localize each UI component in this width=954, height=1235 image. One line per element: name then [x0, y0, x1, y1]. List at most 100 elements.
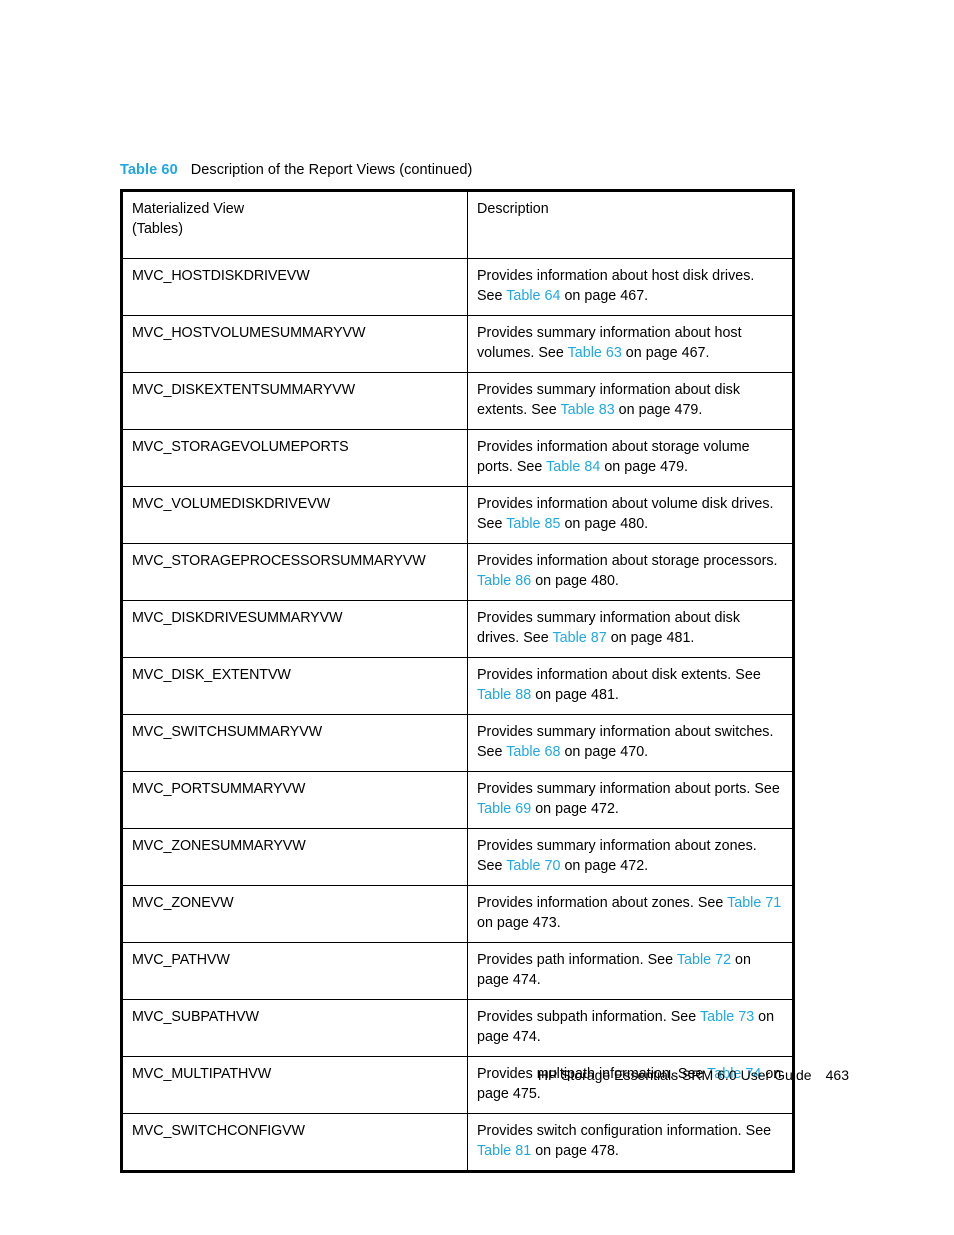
table-header-row: Materialized View (Tables) Description: [121, 190, 794, 259]
table-cross-reference-link[interactable]: Table 85: [506, 516, 560, 532]
table-body: MVC_HOSTDISKDRIVEVW Provides information …: [121, 258, 794, 1172]
materialized-view-name: MVC_PORTSUMMARYVW: [132, 781, 306, 797]
table-cross-reference-link[interactable]: Table 71: [727, 895, 781, 911]
table-cross-reference-link[interactable]: Table 88: [477, 687, 531, 703]
cell-materialized-view: MVC_SWITCHSUMMARYVW: [121, 714, 468, 772]
cell-materialized-view: MVC_PORTSUMMARYVW: [121, 771, 468, 829]
cell-description: Provides summary information about ports…: [467, 771, 794, 829]
table-cross-reference-link[interactable]: Table 87: [552, 630, 606, 646]
cell-materialized-view: MVC_VOLUMEDISKDRIVEVW: [121, 486, 468, 544]
table-row: MVC_DISKDRIVESUMMARYVW Provides summary i…: [121, 600, 794, 658]
cell-materialized-view: MVC_SUBPATHVW: [121, 999, 468, 1057]
table-row: MVC_PATHVW Provides path information. See…: [121, 942, 794, 1000]
description-text-after: on page 467.: [621, 344, 710, 361]
cell-materialized-view: MVC_PATHVW: [121, 942, 468, 1000]
table-cross-reference-link[interactable]: Table 68: [506, 744, 560, 760]
description-text-before: Provides path information. See: [477, 952, 677, 968]
materialized-view-name: MVC_STORAGEVOLUMEPORTS: [132, 439, 349, 455]
description-text-after: on page 472.: [560, 857, 649, 874]
description-text-after: on page 479.: [600, 458, 689, 475]
table-row: MVC_DISK_EXTENTVW Provides information ab…: [121, 657, 794, 715]
table-cross-reference-link[interactable]: Table 73: [700, 1009, 754, 1025]
page-footer: HP Storage Essentials SRM 6.0 User Guide…: [0, 1066, 849, 1084]
table-row: MVC_DISKEXTENTSUMMARYVW Provides summary …: [121, 372, 794, 430]
description-text-after: on page 478.: [531, 1142, 619, 1159]
document-page: Table 60 Description of the Report Views …: [0, 0, 954, 1235]
cell-description: Provides summary information about switc…: [467, 714, 794, 772]
cell-materialized-view: MVC_DISKDRIVESUMMARYVW: [121, 600, 468, 658]
table-cross-reference-link[interactable]: Table 86: [477, 573, 531, 589]
description-text-after: on page 480.: [560, 515, 649, 532]
table-cross-reference-link[interactable]: Table 83: [560, 402, 614, 418]
report-views-table: Materialized View (Tables) Description M…: [120, 189, 795, 1173]
table-cross-reference-link[interactable]: Table 69: [477, 801, 531, 817]
cell-description: Provides summary information about disk …: [467, 600, 794, 658]
materialized-view-name: MVC_HOSTDISKDRIVEVW: [132, 268, 310, 284]
footer-guide-title: HP Storage Essentials SRM 6.0 User Guide: [537, 1067, 812, 1083]
description-text-before: Provides subpath information. See: [477, 1009, 700, 1025]
materialized-view-name: MVC_SUBPATHVW: [132, 1009, 259, 1025]
description-text-before: Provides information about storage proce…: [477, 553, 778, 569]
cell-materialized-view: MVC_SWITCHCONFIGVW: [121, 1113, 468, 1172]
cell-materialized-view: MVC_DISKEXTENTSUMMARYVW: [121, 372, 468, 430]
table-row: MVC_HOSTVOLUMESUMMARYVW Provides summary …: [121, 315, 794, 373]
cell-materialized-view: MVC_HOSTDISKDRIVEVW: [121, 258, 468, 316]
table-row: MVC_ZONEVW Provides information about zon…: [121, 885, 794, 943]
table-cross-reference-link[interactable]: Table 72: [677, 952, 731, 968]
materialized-view-name: MVC_SWITCHSUMMARYVW: [132, 724, 323, 740]
cell-materialized-view: MVC_ZONEVW: [121, 885, 468, 943]
column-header-materialized-view: Materialized View (Tables): [121, 190, 468, 259]
table-cross-reference-link[interactable]: Table 84: [546, 459, 600, 475]
table-row: MVC_STORAGEPROCESSORSUMMARYVW Provides in…: [121, 543, 794, 601]
description-text-after: on page 467.: [560, 287, 649, 304]
table-cross-reference-link[interactable]: Table 63: [568, 345, 622, 361]
table-header: Materialized View (Tables) Description: [121, 190, 794, 259]
table-row: MVC_STORAGEVOLUMEPORTS Provides informati…: [121, 429, 794, 487]
table-caption-label: Table 60: [120, 162, 178, 178]
table-row: MVC_HOSTDISKDRIVEVW Provides information …: [121, 258, 794, 316]
materialized-view-name: MVC_DISK_EXTENTVW: [132, 667, 291, 683]
cell-materialized-view: MVC_STORAGEPROCESSORSUMMARYVW: [121, 543, 468, 601]
table-row: MVC_SWITCHCONFIGVW Provides switch config…: [121, 1113, 794, 1172]
cell-description: Provides information about disk extents.…: [467, 657, 794, 715]
table-cross-reference-link[interactable]: Table 70: [506, 858, 560, 874]
description-text-before: Provides information about disk extents.…: [477, 667, 761, 683]
materialized-view-name: MVC_ZONEVW: [132, 895, 234, 911]
table-caption: Table 60 Description of the Report Views …: [120, 160, 820, 180]
cell-materialized-view: MVC_DISK_EXTENTVW: [121, 657, 468, 715]
description-text-after: on page 481.: [606, 629, 695, 646]
materialized-view-name: MVC_SWITCHCONFIGVW: [132, 1123, 305, 1139]
cell-description: Provides summary information about zones…: [467, 828, 794, 886]
materialized-view-name: MVC_DISKEXTENTSUMMARYVW: [132, 382, 356, 398]
cell-description: Provides path information. See Table 72 …: [467, 942, 794, 1000]
column-header-line1: Materialized View: [132, 201, 245, 217]
table-row: MVC_SWITCHSUMMARYVW Provides summary info…: [121, 714, 794, 772]
cell-description: Provides information about zones. See Ta…: [467, 885, 794, 943]
materialized-view-name: MVC_VOLUMEDISKDRIVEVW: [132, 496, 331, 512]
cell-description: Provides switch configuration informatio…: [468, 1114, 794, 1172]
column-header-line2: (Tables): [132, 220, 184, 237]
cell-description: Provides summary information about disk …: [467, 372, 794, 430]
description-text-after: on page 472.: [531, 800, 619, 817]
cell-materialized-view: MVC_ZONESUMMARYVW: [121, 828, 468, 886]
table-row: MVC_SUBPATHVW Provides subpath informatio…: [121, 999, 794, 1057]
table-row: MVC_ZONESUMMARYVW Provides summary inform…: [121, 828, 794, 886]
description-text-after: on page 473.: [477, 914, 561, 931]
cell-description: Provides information about storage volum…: [467, 429, 794, 487]
table-row: MVC_VOLUMEDISKDRIVEVW Provides informatio…: [121, 486, 794, 544]
description-text-before: Provides summary information about ports…: [477, 781, 780, 797]
cell-description: Provides subpath information. See Table …: [467, 999, 794, 1057]
description-text-before: Provides switch configuration informatio…: [477, 1123, 772, 1139]
materialized-view-name: MVC_HOSTVOLUMESUMMARYVW: [132, 325, 366, 341]
cell-description: Provides information about volume disk d…: [467, 486, 794, 544]
materialized-view-name: MVC_STORAGEPROCESSORSUMMARYVW: [132, 553, 426, 569]
table-cross-reference-link[interactable]: Table 64: [506, 288, 560, 304]
cell-materialized-view: MVC_STORAGEVOLUMEPORTS: [121, 429, 468, 487]
cell-description: Provides summary information about host …: [467, 315, 794, 373]
materialized-view-name: MVC_PATHVW: [132, 952, 230, 968]
cell-description: Provides information about storage proce…: [467, 543, 794, 601]
column-header-description: Description: [467, 190, 794, 259]
description-text-after: on page 481.: [531, 686, 619, 703]
table-cross-reference-link[interactable]: Table 81: [477, 1143, 531, 1159]
materialized-view-name: MVC_ZONESUMMARYVW: [132, 838, 306, 854]
